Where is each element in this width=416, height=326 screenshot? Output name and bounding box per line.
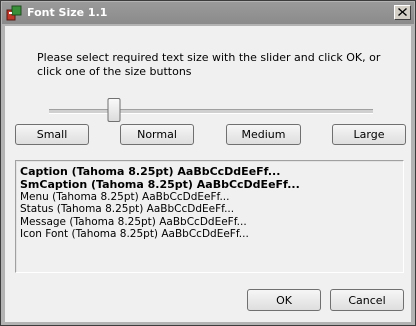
sample-caption: Caption (Tahoma 8.25pt) AaBbCcDdEeFf... [20, 165, 281, 178]
app-icon [6, 5, 22, 21]
instructions-text: Please select required text size with th… [37, 51, 381, 78]
title-bar[interactable]: Font Size 1.1 [2, 2, 414, 24]
sample-message: Message (Tahoma 8.25pt) AaBbCcDdEeFf... [20, 215, 247, 228]
font-size-slider[interactable] [49, 98, 373, 124]
dialog-content: Please select required text size with th… [5, 26, 411, 322]
sample-status: Status (Tahoma 8.25pt) AaBbCcDdEeFf... [20, 203, 235, 216]
normal-button[interactable]: Normal [120, 124, 194, 145]
close-icon [398, 6, 407, 19]
sample-smcaption: SmCaption (Tahoma 8.25pt) AaBbCcDdEeFf..… [20, 178, 300, 191]
small-button[interactable]: Small [15, 124, 89, 145]
medium-button[interactable]: Medium [226, 124, 301, 145]
font-size-dialog: Font Size 1.1 Please select required tex… [0, 0, 416, 326]
slider-track[interactable] [49, 109, 373, 114]
sample-icon-font: Icon Font (Tahoma 8.25pt) AaBbCcDdEeFf..… [20, 227, 249, 240]
window-title: Font Size 1.1 [27, 6, 108, 19]
large-button[interactable]: Large [332, 124, 406, 145]
font-sample-box: Caption (Tahoma 8.25pt) AaBbCcDdEeFf... … [15, 160, 404, 273]
slider-thumb[interactable] [107, 98, 121, 122]
sample-menu: Menu (Tahoma 8.25pt) AaBbCcDdEeFf... [20, 191, 230, 203]
close-button[interactable] [394, 5, 411, 20]
cancel-button[interactable]: Cancel [330, 289, 404, 311]
ok-button[interactable]: OK [247, 289, 321, 311]
